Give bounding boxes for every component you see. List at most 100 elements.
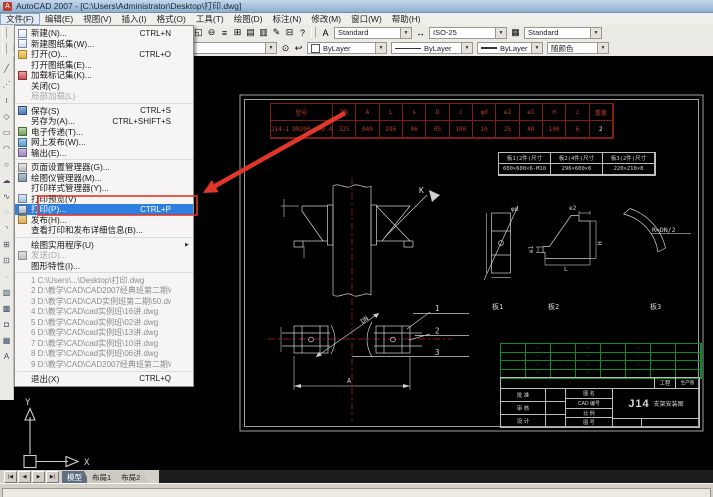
draw-toolbar-icon[interactable]: ∿: [1, 188, 13, 204]
menu-bar-item[interactable]: 窗口(W): [346, 13, 387, 25]
menu-item[interactable]: 退出(X) CTRL+Q: [15, 374, 193, 385]
menu-item[interactable]: 9 D:\教学\CAD\CAD2007经典班第二期\01.dwg: [15, 359, 193, 370]
draw-toolbar-icon[interactable]: ○: [1, 156, 13, 172]
toolbar-icon[interactable]: ✎: [270, 26, 283, 39]
draw-toolbar-icon[interactable]: ╱: [1, 60, 13, 76]
plot-style-combo[interactable]: 随颜色 ▼: [547, 42, 609, 54]
draw-toolbar-icon[interactable]: ☁: [1, 172, 13, 188]
draw-icon-glyph: ⊞: [3, 239, 10, 249]
param-value-cell: 325: [333, 121, 357, 138]
toolbar-icon[interactable]: ?: [296, 26, 309, 39]
lineweight-combo[interactable]: ByLayer ▼: [477, 42, 543, 54]
menu-item[interactable]: 输出(E)...: [15, 148, 193, 159]
linetype-combo[interactable]: ByLayer ▼: [391, 42, 473, 54]
draw-toolbar-icon[interactable]: A: [1, 348, 13, 364]
draw-toolbar-icon[interactable]: ▭: [1, 124, 13, 140]
parts-list-cell: [676, 352, 701, 361]
menu-item-icon: [18, 39, 27, 49]
menu-bar-item[interactable]: 帮助(H): [387, 13, 426, 25]
draw-toolbar: ╱ ⋰ ≀ ◇ ▭ ◠ ○ ☁ ∿ ◌ ◝ ⊞ ⊡ ∙ ▨ ▩ ◘ ▦ A: [0, 56, 14, 400]
dim-style-combo[interactable]: ISO-25 ▼: [429, 26, 507, 39]
menu-item[interactable]: 2 D:\教学\CAD\CAD2007经典班第二期\02.dwg: [15, 286, 193, 297]
menu-item-icon: [18, 127, 27, 137]
app-icon[interactable]: A: [3, 1, 12, 11]
toolbar-icon[interactable]: ≡: [218, 26, 231, 39]
lineweight-value: ByLayer: [500, 43, 528, 53]
menu-bar-item[interactable]: 视图(V): [78, 13, 116, 25]
linetype-sample: [395, 47, 421, 49]
draw-toolbar-icon[interactable]: ≀: [1, 92, 13, 108]
title-block: 工程 生产图 批 准 审 核 设 计 图 名 CAD 编号 比 例 图 号 J1…: [500, 377, 700, 428]
menu-item[interactable]: 图形特性(I)...: [15, 261, 193, 272]
draw-toolbar-icon[interactable]: ◇: [1, 108, 13, 124]
draw-toolbar-icon[interactable]: ◝: [1, 220, 13, 236]
draw-toolbar-icon[interactable]: ◘: [1, 316, 13, 332]
design-label: 设 计: [500, 414, 546, 428]
toolbar-icon[interactable]: ⊖: [205, 26, 218, 39]
draw-icon-glyph: ◠: [3, 143, 10, 153]
tab-nav-icon[interactable]: ◀: [18, 470, 31, 483]
menu-bar-item[interactable]: 标注(N): [268, 13, 307, 25]
draw-toolbar-icon[interactable]: ⋰: [1, 76, 13, 92]
draw-toolbar-icon[interactable]: ▩: [1, 300, 13, 316]
chevron-down-icon: ▼: [265, 43, 276, 53]
draw-toolbar-icon[interactable]: ◠: [1, 140, 13, 156]
menu-item[interactable]: 8 D:\教学\CAD\cad实例班\06讲.dwg: [15, 349, 193, 360]
toolbar-icon-glyph: ?: [299, 27, 305, 38]
command-line-area[interactable]: [0, 483, 713, 497]
menu-bar-item[interactable]: 绘图(D): [229, 13, 268, 25]
menu-item[interactable]: 1 C:\Users\...\Desktop\打印.dwg: [15, 275, 193, 286]
drawing-title: 支架安装图: [653, 402, 684, 408]
menu-item[interactable]: [15, 370, 193, 372]
menu-bar-item[interactable]: 编辑(E): [40, 13, 78, 25]
tab-nav-icon[interactable]: ▶: [32, 470, 45, 483]
menu-item[interactable]: 7 D:\教学\CAD\cad实例班\10讲.dwg: [15, 338, 193, 349]
menu-item-icon: [18, 148, 27, 158]
param-value-cell: 100: [543, 121, 567, 138]
text-style-combo[interactable]: Standard ▼: [334, 26, 412, 39]
draw-toolbar-icon[interactable]: ⊡: [1, 252, 13, 268]
menu-bar-item[interactable]: 文件(F): [0, 13, 40, 25]
draw-toolbar-icon[interactable]: ▨: [1, 284, 13, 300]
make-object-layer-icon[interactable]: ⊙: [279, 41, 292, 55]
menu-item[interactable]: 局部加载(L): [15, 91, 193, 102]
command-input[interactable]: [2, 488, 711, 497]
menu-item[interactable]: 4 D:\教学\CAD\cad实例班\16讲.dwg: [15, 307, 193, 318]
menu-item[interactable]: 3 D:\教学\CAD\CAD实例班第二期\50.dwg: [15, 296, 193, 307]
toolbar-icon[interactable]: ⊟: [283, 26, 296, 39]
toolbar-icon[interactable]: ▤: [244, 26, 257, 39]
menu-bar-item[interactable]: 格式(O): [152, 13, 191, 25]
menu-item-icon: [18, 194, 27, 204]
draw-icon-glyph: ▨: [2, 287, 11, 297]
menu-bar-item[interactable]: 工具(T): [191, 13, 229, 25]
table-style-combo[interactable]: Standard ▼: [524, 26, 602, 39]
tab-nav-icon[interactable]: |◀: [4, 470, 17, 483]
toolbar-grip[interactable]: [311, 27, 316, 38]
color-combo[interactable]: ByLayer ▼: [307, 42, 387, 54]
layout-tab[interactable]: 模型: [62, 471, 90, 483]
menu-item[interactable]: 5 D:\教学\CAD\cad实例班\02讲.dwg: [15, 317, 193, 328]
toolbar-icon[interactable]: ⊞: [231, 26, 244, 39]
param-header-cell: L: [379, 104, 403, 121]
menu-bar-item[interactable]: 修改(M): [306, 13, 346, 25]
draw-toolbar-icon[interactable]: ◌: [1, 204, 13, 220]
draw-toolbar-icon[interactable]: ∙: [1, 268, 13, 284]
menu-item-shortcut: CTRL+P: [140, 204, 171, 214]
layout-tab[interactable]: 布局2: [116, 471, 148, 483]
toolbar-grip[interactable]: [2, 27, 7, 38]
toolbar-grip[interactable]: [2, 42, 7, 54]
draw-toolbar-icon[interactable]: ⊞: [1, 236, 13, 252]
toolbar-icon-glyph: ≡: [221, 27, 228, 38]
tab-nav-icon[interactable]: ▶|: [46, 470, 59, 483]
menu-item[interactable]: 6 D:\教学\CAD\cad实例班\13讲.dwg: [15, 328, 193, 339]
draw-toolbar-icon[interactable]: ▦: [1, 332, 13, 348]
chevron-down-icon: ▼: [375, 43, 386, 53]
menu-bar-item[interactable]: 插入(I): [117, 13, 152, 25]
toolbar-icon[interactable]: ▥: [257, 26, 270, 39]
menu-item-label: 7 D:\教学\CAD\cad实例班\10讲.dwg: [31, 338, 159, 348]
menu-item[interactable]: 查看打印和发布详细信息(B)...: [15, 225, 193, 236]
layer-previous-icon[interactable]: ↩: [292, 41, 305, 55]
layout-tab[interactable]: 布局1: [87, 471, 119, 483]
title-block-cell: [545, 414, 566, 428]
param-header-cell: A: [356, 104, 380, 121]
